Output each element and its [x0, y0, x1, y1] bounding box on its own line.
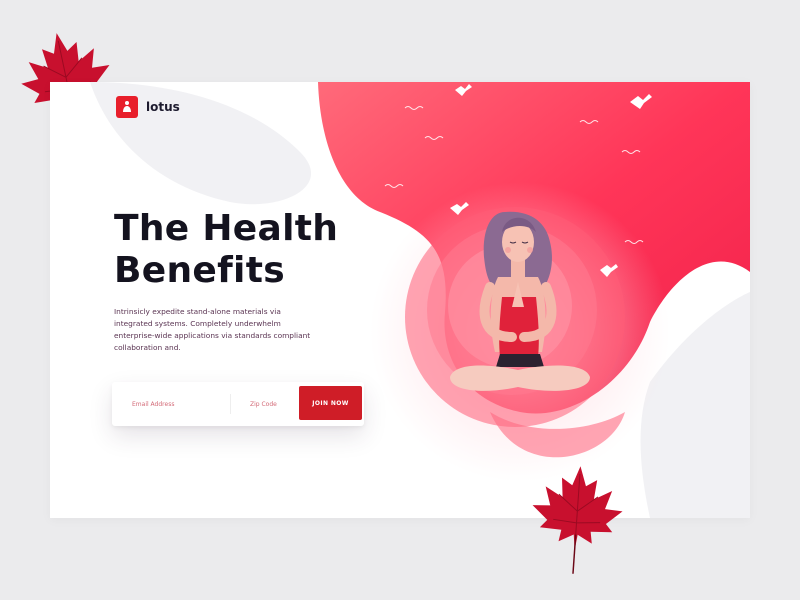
- hero-title: The Health Benefits: [114, 208, 338, 292]
- hero-description: Intrinsicly expedite stand-alone materia…: [114, 307, 311, 352]
- lotus-meditation-icon: [116, 96, 138, 118]
- email-field[interactable]: [132, 382, 222, 426]
- hero-title-line-2: Benefits: [114, 250, 285, 291]
- maple-leaf-bottom: [532, 466, 623, 574]
- zip-code-field[interactable]: [250, 382, 298, 426]
- field-divider: [230, 394, 231, 414]
- hero-title-line-1: The Health: [114, 208, 339, 249]
- landing-card: lotus The Health Benefits Intrinsicly ex…: [50, 82, 750, 518]
- brand-name: lotus: [146, 100, 180, 114]
- signup-form: JOIN NOW: [112, 382, 364, 426]
- brand-logo[interactable]: lotus: [116, 96, 180, 118]
- join-now-button[interactable]: JOIN NOW: [299, 386, 362, 420]
- hero-illustration: [90, 82, 750, 518]
